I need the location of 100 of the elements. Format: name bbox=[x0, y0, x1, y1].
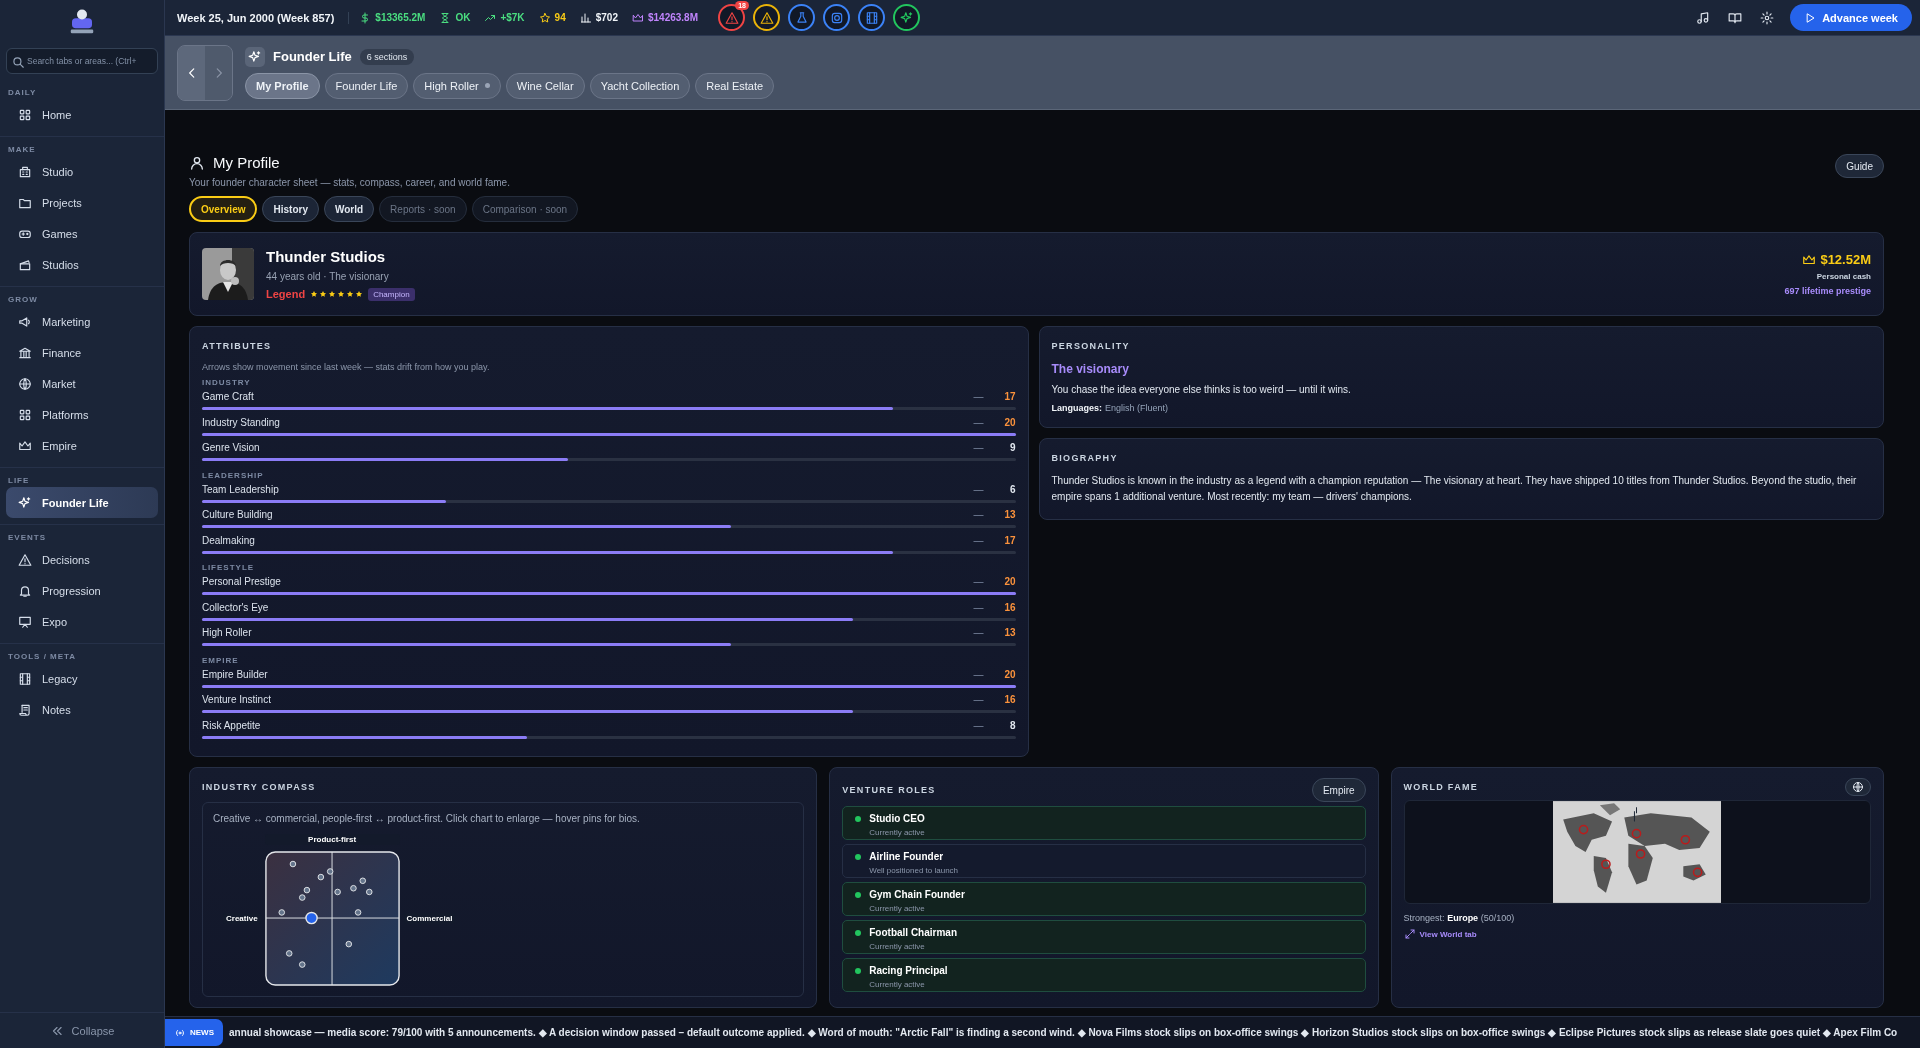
page-tab[interactable]: World bbox=[323, 196, 375, 222]
sidebar-item[interactable]: Platforms bbox=[6, 399, 158, 430]
trend-mark: — bbox=[973, 576, 985, 588]
area-title: Founder Life bbox=[273, 49, 352, 64]
area-tab[interactable]: My Profile bbox=[245, 72, 320, 99]
status-dot bbox=[855, 815, 862, 822]
status-dot bbox=[855, 853, 862, 860]
sidebar-item[interactable]: Studio bbox=[6, 156, 158, 187]
alert-button[interactable] bbox=[858, 4, 885, 31]
panel-title: PERSONALITY bbox=[1051, 341, 1131, 351]
alert-button[interactable] bbox=[753, 4, 780, 31]
status-dot bbox=[855, 891, 862, 898]
compass-description: Creative ↔ commercial, people-first ↔ product-first. Click chart to enlarge — hover pins for bios. bbox=[213, 813, 641, 824]
sidebar-item[interactable]: Games bbox=[6, 218, 158, 249]
area-tab[interactable]: Founder Life bbox=[324, 72, 409, 99]
sidebar-item[interactable]: Legacy bbox=[6, 663, 158, 694]
section-label: DAILY bbox=[7, 87, 38, 99]
cash-label: Personal cash bbox=[1816, 272, 1871, 281]
settings-icon bbox=[1760, 10, 1775, 25]
section-label: MAKE bbox=[7, 144, 37, 156]
section-label: TOOLS / META bbox=[7, 651, 78, 663]
presentation-icon bbox=[18, 614, 32, 629]
compass-drawing[interactable] bbox=[264, 851, 400, 986]
search-field[interactable]: Search tabs or areas... (Ctrl+ bbox=[6, 48, 158, 74]
globe-icon bbox=[1852, 781, 1864, 793]
role-status: Currently active bbox=[869, 828, 926, 837]
section-label: LIFE bbox=[7, 475, 31, 487]
sidebar-item[interactable]: Founder Life bbox=[6, 487, 158, 518]
advance-button[interactable]: Advance week bbox=[1790, 4, 1912, 31]
bell-icon bbox=[18, 583, 32, 598]
attribute-name: High Roller bbox=[202, 627, 253, 639]
sidebar-item[interactable]: Home bbox=[6, 99, 158, 130]
sidebar-item[interactable]: Market bbox=[6, 368, 158, 399]
status-dot bbox=[855, 929, 862, 936]
section-label: GROW bbox=[7, 294, 39, 306]
stat-readout: OK bbox=[439, 11, 471, 24]
attribute-name: Dealmaking bbox=[202, 534, 256, 546]
panel-note: Arrows show movement since last week — stats drift from how you play. bbox=[202, 362, 491, 372]
role-card[interactable]: Racing Principal Currently active bbox=[842, 958, 1366, 992]
film-icon bbox=[864, 10, 879, 25]
clapperboard-icon bbox=[18, 257, 32, 272]
crown-icon bbox=[631, 11, 644, 24]
sidebar-item[interactable]: Projects bbox=[6, 187, 158, 218]
axis-label: Creative bbox=[223, 913, 261, 924]
attribute-value: 6 bbox=[1008, 483, 1016, 495]
trend-mark: — bbox=[973, 509, 985, 521]
role-name: Airline Founder bbox=[869, 851, 944, 862]
role-status: Currently active bbox=[869, 942, 926, 951]
stat-readout: $702 bbox=[579, 11, 618, 24]
role-name: Studio CEO bbox=[869, 813, 925, 824]
guide-button[interactable]: Guide bbox=[1835, 154, 1884, 178]
grid-icon bbox=[18, 407, 32, 422]
scroll-icon bbox=[18, 702, 32, 717]
empire-button[interactable]: Empire bbox=[1311, 778, 1366, 802]
group-label: LIFESTYLE bbox=[202, 563, 256, 572]
sidebar-item[interactable]: Progression bbox=[6, 575, 158, 606]
attribute-name: Collector's Eye bbox=[202, 601, 270, 613]
attribute-value: 16 bbox=[1003, 601, 1016, 613]
collapse-button[interactable]: Collapse bbox=[0, 1012, 164, 1048]
role-card[interactable]: Football Chairman Currently active bbox=[842, 920, 1366, 954]
trend-mark: — bbox=[973, 483, 985, 495]
page-tab[interactable]: History bbox=[262, 196, 319, 222]
view-world-link[interactable]: View World tab bbox=[1403, 928, 1477, 940]
alert-button[interactable] bbox=[788, 4, 815, 31]
role-card[interactable]: Gym Chain Founder Currently active bbox=[842, 882, 1366, 916]
section-label: EVENTS bbox=[7, 532, 47, 544]
warning-icon bbox=[18, 552, 32, 567]
sidebar-item[interactable]: Empire bbox=[6, 430, 158, 461]
attribute-value: 17 bbox=[1003, 534, 1016, 546]
sparkle-icon bbox=[18, 495, 32, 510]
globe-button[interactable] bbox=[1845, 778, 1871, 796]
page-tab[interactable]: Overview bbox=[189, 196, 258, 222]
sidebar-item[interactable]: Marketing bbox=[6, 306, 158, 337]
reputation-tag: Champion bbox=[368, 287, 415, 301]
biography-text: Thunder Studios is known in the industry as a legend with a champion reputation — The visionary at heart. They have shipped 10 titles from Thunder Studios. Beyond the studio, their empire spans 1 additional venture. Most recently: my team — drivers' champions. bbox=[1051, 474, 1858, 504]
news-badge: NEWS bbox=[165, 1019, 223, 1046]
area-tab[interactable]: Yacht Collection bbox=[589, 72, 691, 99]
alert-button[interactable] bbox=[823, 4, 850, 31]
area-tab[interactable]: High Roller bbox=[413, 72, 501, 99]
role-card[interactable]: Airline Founder Well positioned to launch bbox=[842, 844, 1366, 878]
attribute-name: Team Leadership bbox=[202, 483, 280, 495]
page-subtitle: Your founder character sheet — stats, compass, career, and world fame. bbox=[189, 177, 511, 188]
sidebar-item[interactable]: Notes bbox=[6, 694, 158, 725]
strongest-region: Strongest: Europe (50/100) bbox=[1403, 913, 1516, 923]
camera-icon bbox=[829, 10, 844, 25]
area-tab[interactable]: Real Estate bbox=[695, 72, 775, 99]
sidebar-item[interactable]: Expo bbox=[6, 606, 158, 637]
cash-amount: $12.52M bbox=[1820, 252, 1871, 267]
sidebar-item[interactable]: Decisions bbox=[6, 544, 158, 575]
sidebar-item[interactable]: Finance bbox=[6, 337, 158, 368]
alert-button[interactable] bbox=[893, 4, 920, 31]
attribute-value: 17 bbox=[1003, 391, 1016, 403]
stat-readout: +$7K bbox=[484, 11, 525, 24]
sidebar-item[interactable]: Studios bbox=[6, 249, 158, 280]
area-tab[interactable]: Wine Cellar bbox=[505, 72, 585, 99]
studio-name: Thunder Studios bbox=[266, 247, 387, 265]
building-icon bbox=[18, 164, 32, 179]
stat-readout: $13365.2M bbox=[359, 11, 426, 24]
role-card[interactable]: Studio CEO Currently active bbox=[842, 806, 1366, 840]
hourglass-icon bbox=[439, 11, 452, 24]
